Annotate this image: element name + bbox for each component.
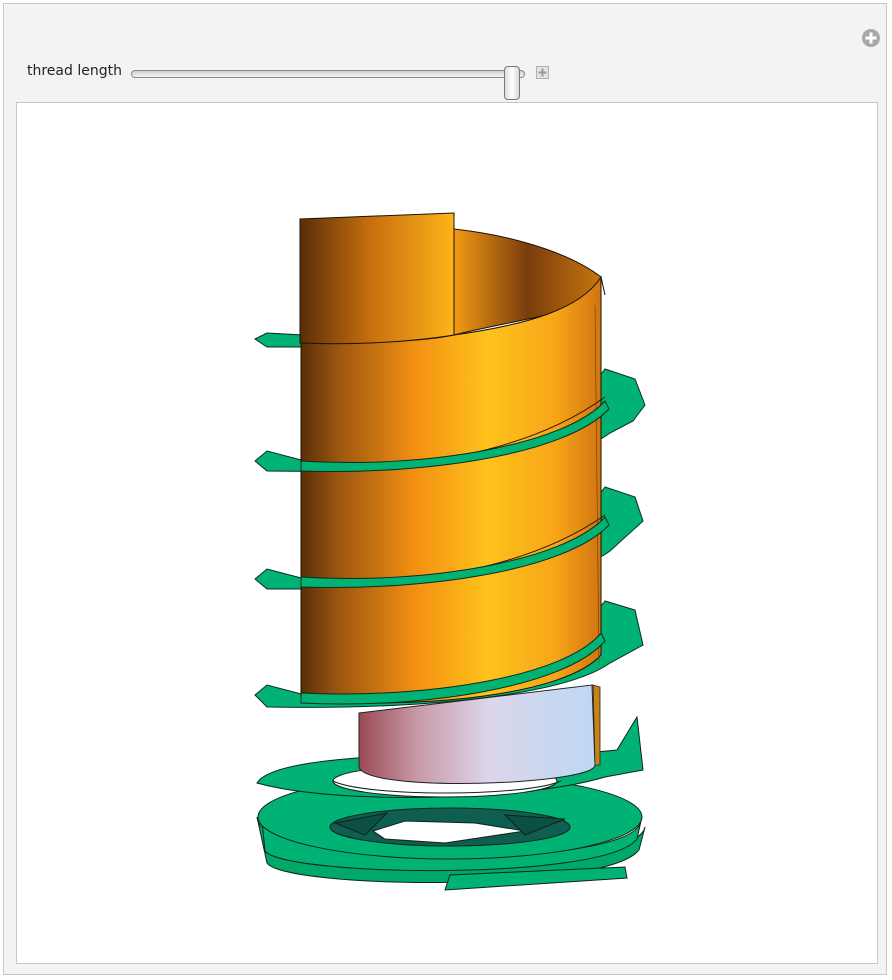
thread-length-label: thread length xyxy=(27,63,122,79)
plus-square-icon[interactable] xyxy=(536,66,549,79)
slider-thumb[interactable] xyxy=(504,66,521,100)
manipulate-panel: thread length xyxy=(3,3,887,975)
thread-length-control: thread length xyxy=(4,59,604,100)
screw-3d-graphic xyxy=(254,212,646,891)
plus-circle-icon[interactable] xyxy=(861,28,881,48)
plot-canvas[interactable] xyxy=(16,102,878,964)
thread-length-slider[interactable] xyxy=(131,66,525,100)
